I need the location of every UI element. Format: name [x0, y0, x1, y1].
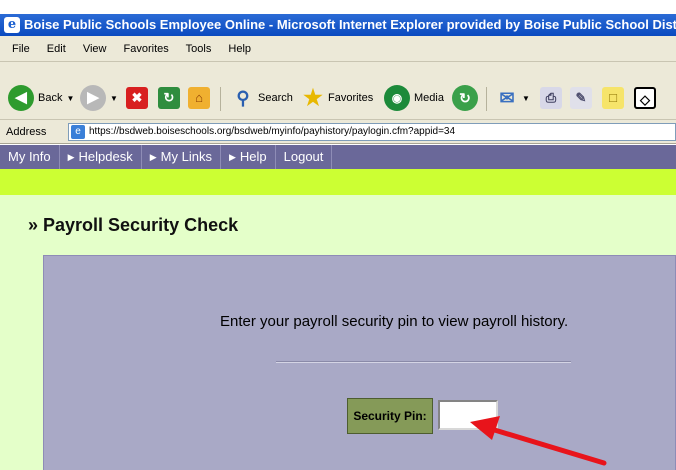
forward-arrow-icon: ▶ — [80, 85, 106, 111]
chevron-down-icon: ▼ — [110, 93, 118, 103]
diamond-icon: ◇ — [634, 87, 656, 109]
triangle-right-icon: ▶ — [67, 152, 75, 162]
menu-help[interactable]: Help — [228, 43, 251, 55]
back-arrow-icon: ◀ — [8, 85, 34, 111]
security-pin-input[interactable] — [438, 400, 498, 430]
print-icon: ⎙ — [540, 87, 562, 109]
nav-helpdesk[interactable]: ▶ Helpdesk — [60, 145, 142, 169]
refresh-icon: ↻ — [158, 87, 180, 109]
browser-toolbar: ◀ Back ▼ ▶ ▼ ✖ ↻ ⌂ ⚲ Search ★ Favorites … — [0, 62, 676, 120]
nav-my-info[interactable]: My Info — [0, 145, 60, 169]
history-button[interactable]: ↻ — [452, 84, 478, 112]
search-button[interactable]: ⚲ Search — [230, 84, 293, 112]
nav-help-label: Help — [239, 149, 267, 164]
address-bar: Address e https://bsdweb.boiseschools.org… — [0, 120, 676, 144]
nav-helpdesk-label: Helpdesk — [78, 149, 133, 164]
stop-icon: ✖ — [126, 87, 148, 109]
home-icon: ⌂ — [188, 87, 210, 109]
menu-edit[interactable]: Edit — [47, 43, 66, 55]
divider — [276, 361, 571, 363]
menu-view[interactable]: View — [83, 43, 107, 55]
nav-logout-label: Logout — [283, 149, 324, 164]
lime-banner — [0, 169, 676, 195]
triangle-right-icon: ▶ — [228, 152, 236, 162]
menu-file[interactable]: File — [12, 43, 30, 55]
nav-my-info-label: My Info — [8, 149, 51, 164]
media-label: Media — [414, 92, 444, 104]
ie-logo-icon: e — [4, 17, 20, 33]
security-check-panel: Enter your payroll security pin to view … — [43, 255, 676, 470]
instruction-text: Enter your payroll security pin to view … — [220, 313, 569, 330]
nav-my-links-label: My Links — [160, 149, 212, 164]
window-titlebar: e Boise Public Schools Employee Online - … — [0, 14, 676, 36]
nav-help[interactable]: ▶ Help — [221, 145, 276, 169]
messenger-button[interactable]: ◇ — [634, 84, 656, 112]
page-content: » Payroll Security Check Enter your payr… — [0, 195, 676, 470]
forward-button[interactable]: ▶ ▼ — [80, 84, 118, 112]
toolbar-divider — [486, 87, 487, 111]
favorites-button[interactable]: ★ Favorites — [300, 84, 373, 112]
search-icon: ⚲ — [230, 85, 256, 111]
media-button[interactable]: ◉ Media — [384, 84, 444, 112]
address-input[interactable]: e https://bsdweb.boiseschools.org/bsdweb/… — [68, 123, 676, 141]
back-button[interactable]: ◀ Back ▼ — [8, 84, 74, 112]
edit-button[interactable]: ✎ — [570, 84, 592, 112]
chevron-down-icon: ▼ — [522, 93, 530, 103]
edit-icon: ✎ — [570, 87, 592, 109]
refresh-button[interactable]: ↻ — [158, 84, 180, 112]
print-button[interactable]: ⎙ — [540, 84, 562, 112]
mail-button[interactable]: ✉ ▼ — [494, 84, 530, 112]
media-icon: ◉ — [384, 85, 410, 111]
note-icon: □ — [602, 87, 624, 109]
toolbar-divider — [220, 87, 221, 111]
page-title: » Payroll Security Check — [28, 215, 239, 235]
mail-icon: ✉ — [494, 85, 520, 111]
cropped-text-strip — [0, 0, 676, 14]
page-icon: e — [71, 125, 85, 139]
address-label: Address — [6, 126, 47, 138]
discuss-button[interactable]: □ — [602, 84, 624, 112]
stop-button[interactable]: ✖ — [126, 84, 148, 112]
chevron-down-icon: ▼ — [66, 93, 75, 103]
site-nav: My Info ▶ Helpdesk ▶ My Links ▶ Help Log… — [0, 145, 676, 169]
address-url: https://bsdweb.boiseschools.org/bsdweb/m… — [89, 126, 456, 137]
menu-tools[interactable]: Tools — [186, 43, 212, 55]
search-label: Search — [258, 92, 293, 104]
back-label: Back — [38, 92, 63, 104]
security-pin-label: Security Pin: — [347, 398, 433, 434]
star-icon: ★ — [300, 85, 326, 111]
history-icon: ↻ — [452, 85, 478, 111]
nav-my-links[interactable]: ▶ My Links — [142, 145, 221, 169]
window-title: Boise Public Schools Employee Online - M… — [24, 17, 676, 32]
favorites-label: Favorites — [328, 92, 374, 104]
menu-bar: File Edit View Favorites Tools Help — [0, 36, 676, 62]
home-button[interactable]: ⌂ — [188, 84, 210, 112]
nav-logout[interactable]: Logout — [276, 145, 333, 169]
triangle-right-icon: ▶ — [149, 152, 157, 162]
menu-favorites[interactable]: Favorites — [124, 43, 169, 55]
